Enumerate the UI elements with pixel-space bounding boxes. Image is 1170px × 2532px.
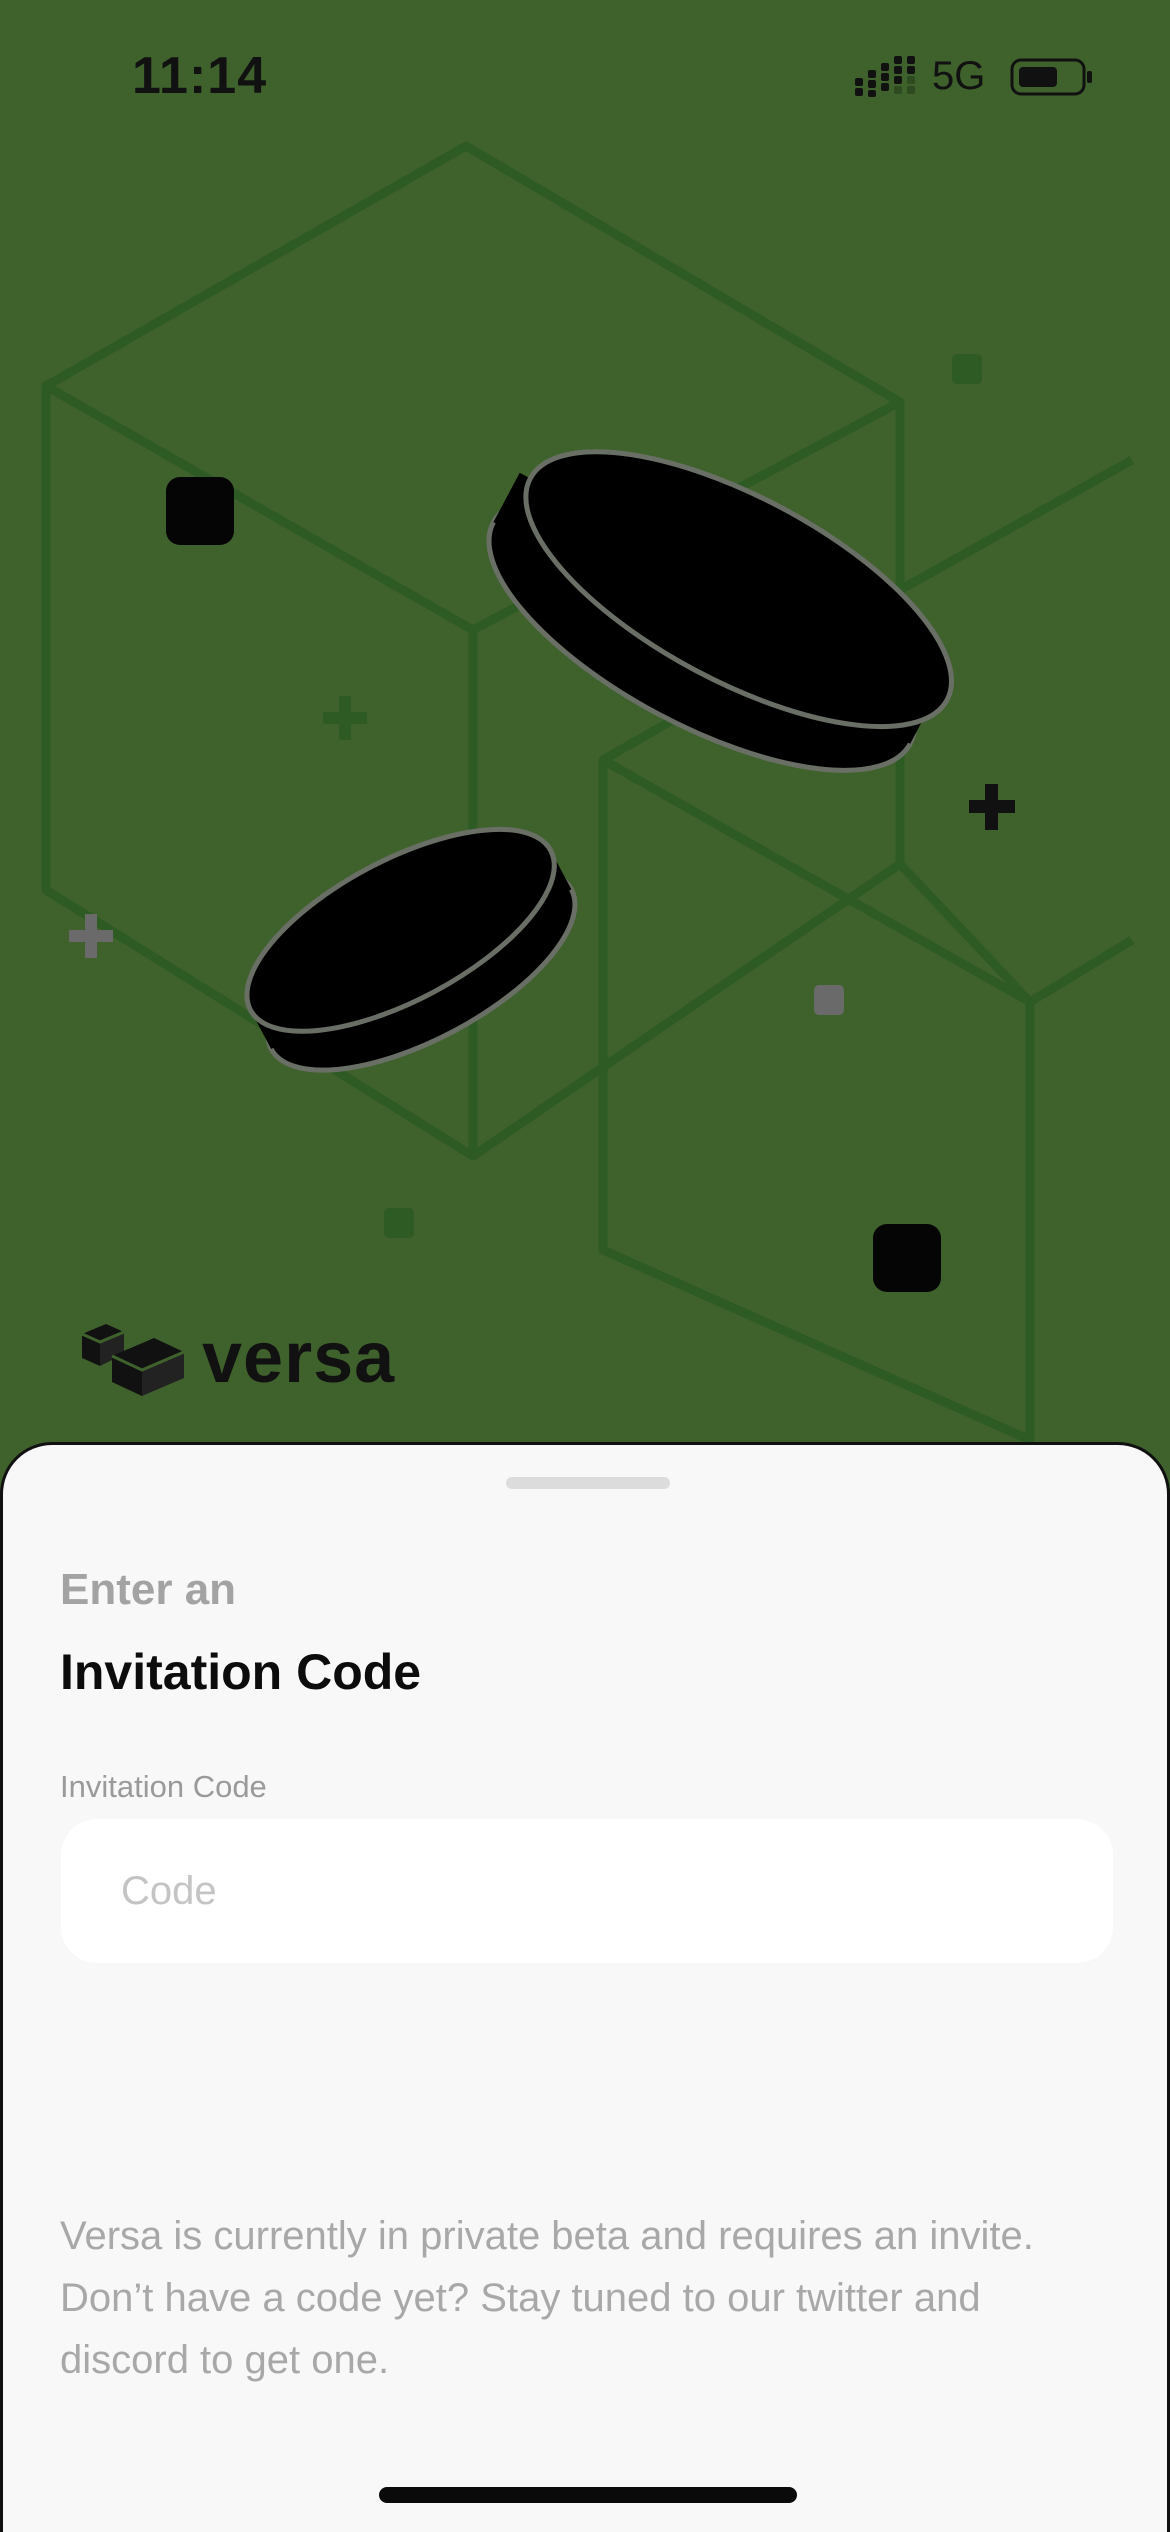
sheet-drag-handle[interactable] [506,1477,670,1489]
sheet-title: Invitation Code [60,1644,422,1700]
brand-logo: versa [78,1318,395,1398]
home-indicator [379,2487,797,2503]
battery-icon [1010,58,1092,96]
status-time: 11:14 [132,47,268,105]
sheet-subtitle: Enter an [60,1565,237,1614]
invitation-code-input[interactable] [61,1819,1113,1963]
hero-illustration [41,141,1135,1445]
signal-icon [855,56,915,97]
network-label: 5G [932,54,986,98]
invitation-screen: 11:14 5G versa Enter an Invitation Code … [0,0,1170,2532]
invitation-sheet: Enter an Invitation Code Invitation Code… [0,1442,1170,2532]
blocks-logo-icon [81,1324,185,1396]
invitation-code-label: Invitation Code [60,1769,267,1804]
private-beta-info: Versa is currently in private beta and r… [60,2214,1034,2382]
brand-name: versa [202,1318,396,1398]
